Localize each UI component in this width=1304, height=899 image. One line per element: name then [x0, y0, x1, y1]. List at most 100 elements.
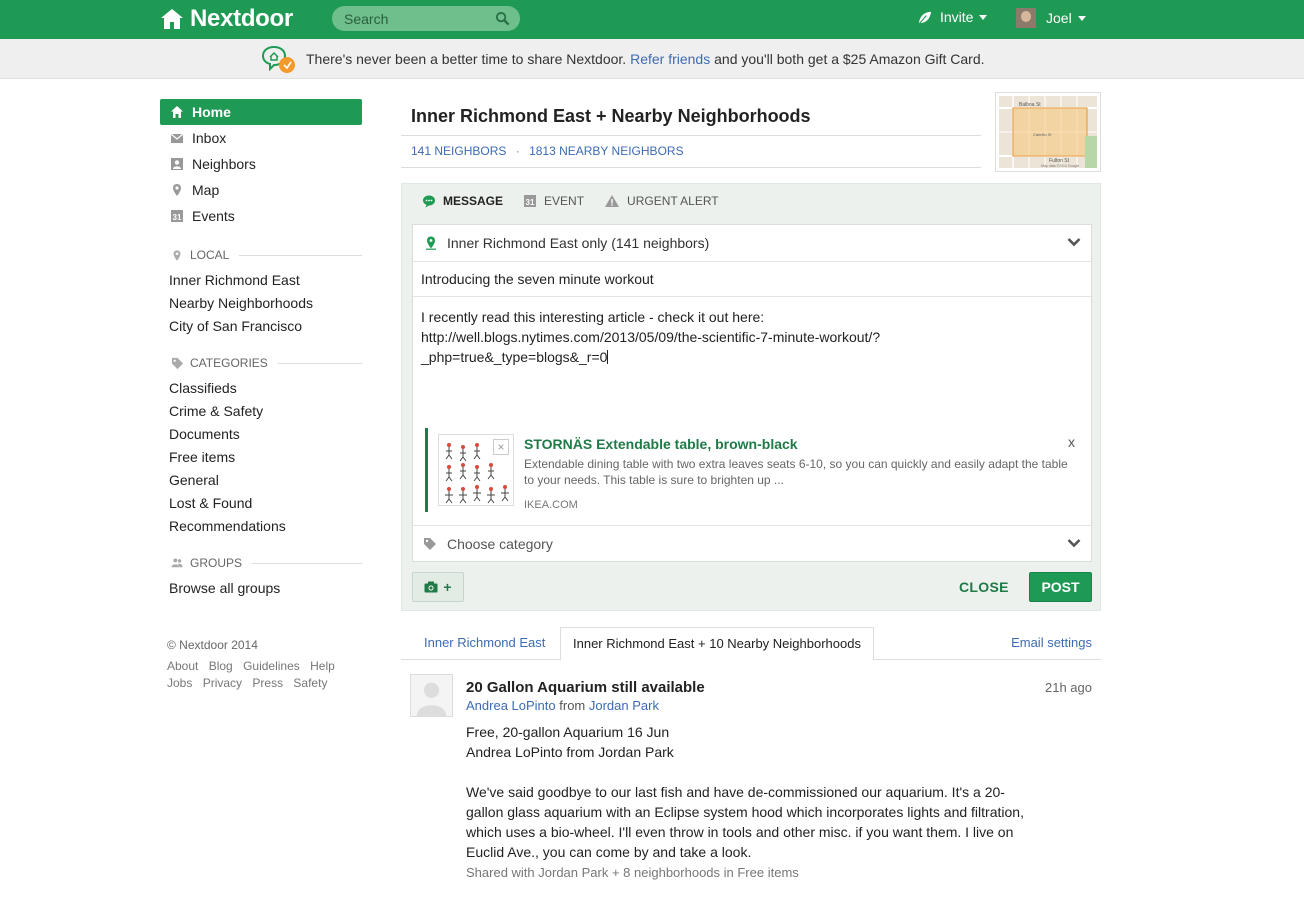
footer-link-help[interactable]: Help — [310, 659, 335, 673]
post-body: Free, 20-gallon Aquarium 16 Jun Andrea L… — [466, 722, 1026, 862]
link-preview-description: Extendable dining table with two extra l… — [524, 457, 1068, 487]
footer-link-safety[interactable]: Safety — [293, 676, 327, 690]
page-title: Inner Richmond East + Nearby Neighborhoo… — [411, 106, 811, 126]
post-timestamp: 21h ago — [1045, 680, 1092, 695]
post-title[interactable]: 20 Gallon Aquarium still available — [466, 679, 705, 696]
close-button[interactable]: CLOSE — [959, 579, 1009, 595]
tab-label: URGENT ALERT — [627, 194, 719, 208]
search-input[interactable] — [344, 9, 494, 28]
remove-thumbnail-button[interactable]: × — [493, 439, 509, 455]
promo-text-after: and you'll both get a $25 Amazon Gift Ca… — [714, 51, 985, 67]
section-label: GROUPS — [190, 556, 243, 570]
footer-link-jobs[interactable]: Jobs — [167, 676, 192, 690]
sidebar-item-label: Events — [192, 208, 235, 224]
chevron-down-icon — [1067, 539, 1081, 548]
tag-icon — [170, 356, 184, 370]
post-body-line: Free, 20-gallon Aquarium 16 Jun — [466, 724, 670, 740]
category-link-general[interactable]: General — [160, 469, 362, 492]
local-link-inner-richmond-east[interactable]: Inner Richmond East — [160, 269, 362, 292]
people-icon — [170, 556, 184, 570]
invite-menu[interactable]: Invite — [917, 9, 988, 25]
section-label: LOCAL — [190, 248, 230, 262]
map-pin-icon — [170, 248, 184, 262]
sidebar-item-neighbors[interactable]: Neighbors — [160, 151, 362, 177]
link-preview-title[interactable]: STORNÄS Extendable table, brown-black — [524, 434, 798, 454]
user-avatar — [1016, 8, 1036, 28]
map-street-label: Balboa St — [1019, 102, 1041, 108]
categories-section-heading: CATEGORIES — [170, 353, 362, 373]
sidebar-item-label: Home — [192, 104, 231, 120]
author-link[interactable]: Andrea LoPinto — [466, 698, 556, 713]
browse-all-groups-link[interactable]: Browse all groups — [160, 577, 362, 600]
leaf-icon — [918, 11, 932, 24]
composer-form: Inner Richmond East only (141 neighbors)… — [412, 224, 1092, 562]
chat-bubbles-icon — [262, 45, 295, 73]
add-photo-plus: + — [443, 579, 452, 595]
footer-link-blog[interactable]: Blog — [209, 659, 233, 673]
camera-icon — [424, 581, 438, 593]
email-settings-link[interactable]: Email settings — [1011, 635, 1092, 650]
refer-friends-link[interactable]: Refer friends — [630, 51, 710, 67]
sidebar-item-inbox[interactable]: Inbox — [160, 125, 362, 151]
add-photo-button[interactable]: + — [412, 572, 464, 602]
promo-text: There's never been a better time to shar… — [306, 51, 985, 67]
footer-link-guidelines[interactable]: Guidelines — [243, 659, 300, 673]
map-street-label: Cabrillo St — [1033, 132, 1052, 137]
local-link-nearby-neighborhoods[interactable]: Nearby Neighborhoods — [160, 292, 362, 315]
divider — [401, 167, 981, 168]
category-select[interactable]: Choose category — [413, 525, 1091, 561]
groups-section-heading: GROUPS — [170, 553, 362, 573]
tab-label: MESSAGE — [443, 194, 504, 208]
map-pin-icon — [426, 236, 436, 250]
link-preview-thumbnail: × — [438, 434, 514, 506]
house-icon — [170, 105, 184, 119]
left-sidebar: Home Inbox Neighbors Map 31 Events LOCAL… — [160, 99, 362, 692]
subject-field[interactable]: Introducing the seven minute workout — [413, 262, 1091, 297]
author-avatar[interactable] — [410, 674, 453, 717]
category-link-classifieds[interactable]: Classifieds — [160, 377, 362, 400]
neighbors-count-link[interactable]: 141 NEIGHBORS — [411, 144, 506, 158]
category-link-crime-safety[interactable]: Crime & Safety — [160, 400, 362, 423]
footer-link-press[interactable]: Press — [252, 676, 283, 690]
sidebar-item-map[interactable]: Map — [160, 177, 362, 203]
audience-select[interactable]: Inner Richmond East only (141 neighbors) — [413, 225, 1091, 262]
tab-inner-richmond-east[interactable]: Inner Richmond East — [412, 627, 557, 660]
remove-link-preview-button[interactable]: x — [1068, 432, 1075, 452]
category-link-free-items[interactable]: Free items — [160, 446, 362, 469]
neighbor-counts: 141 NEIGHBORS · 1813 NEARBY NEIGHBORS — [411, 144, 684, 158]
person-card-icon — [170, 157, 184, 171]
local-link-city-of-san-francisco[interactable]: City of San Francisco — [160, 315, 362, 338]
nextdoor-logo[interactable]: Nextdoor — [160, 5, 293, 33]
category-link-lost-found[interactable]: Lost & Found — [160, 492, 362, 515]
map-attribution: Map data ©2014 Google — [1041, 164, 1079, 168]
category-link-recommendations[interactable]: Recommendations — [160, 515, 362, 538]
post-body-paragraph: We've said goodbye to our last fish and … — [466, 784, 1024, 860]
post-composer: MESSAGE 31 EVENT URGENT ALERT Inner Rich… — [401, 183, 1101, 611]
search-icon[interactable] — [495, 11, 510, 26]
user-menu[interactable]: Joel — [1016, 8, 1086, 28]
house-logo-icon — [161, 9, 183, 29]
post-shared-with: Shared with Jordan Park + 8 neighborhood… — [466, 865, 799, 880]
nearby-neighbors-count-link[interactable]: 1813 NEARBY NEIGHBORS — [529, 144, 684, 158]
neighborhood-link[interactable]: Jordan Park — [589, 698, 659, 713]
tab-label: EVENT — [544, 194, 585, 208]
tab-message[interactable]: MESSAGE — [422, 194, 503, 208]
calendar-icon-number: 31 — [173, 213, 182, 222]
category-link-documents[interactable]: Documents — [160, 423, 362, 446]
footer-link-privacy[interactable]: Privacy — [203, 676, 242, 690]
promo-banner: There's never been a better time to shar… — [0, 39, 1304, 79]
sidebar-item-events[interactable]: 31 Events — [160, 203, 362, 229]
post-button[interactable]: POST — [1029, 572, 1092, 602]
sidebar-item-label: Map — [192, 182, 220, 198]
sidebar-item-home[interactable]: Home — [160, 99, 362, 125]
message-body-field[interactable]: I recently read this interesting article… — [413, 297, 1091, 525]
search-box[interactable] — [332, 6, 520, 31]
tab-event[interactable]: 31 EVENT — [523, 194, 584, 208]
footer-link-about[interactable]: About — [167, 659, 198, 673]
tab-inner-richmond-east-nearby[interactable]: Inner Richmond East + 10 Nearby Neighbor… — [560, 627, 874, 661]
composer-tabs: MESSAGE 31 EVENT URGENT ALERT — [422, 194, 739, 208]
sidebar-item-label: Neighbors — [192, 156, 256, 172]
calendar-icon: 31 — [170, 209, 184, 223]
tab-urgent-alert[interactable]: URGENT ALERT — [604, 194, 719, 208]
neighborhood-map-thumbnail[interactable]: Balboa St Fulton St Cabrillo St Map data… — [995, 92, 1101, 172]
